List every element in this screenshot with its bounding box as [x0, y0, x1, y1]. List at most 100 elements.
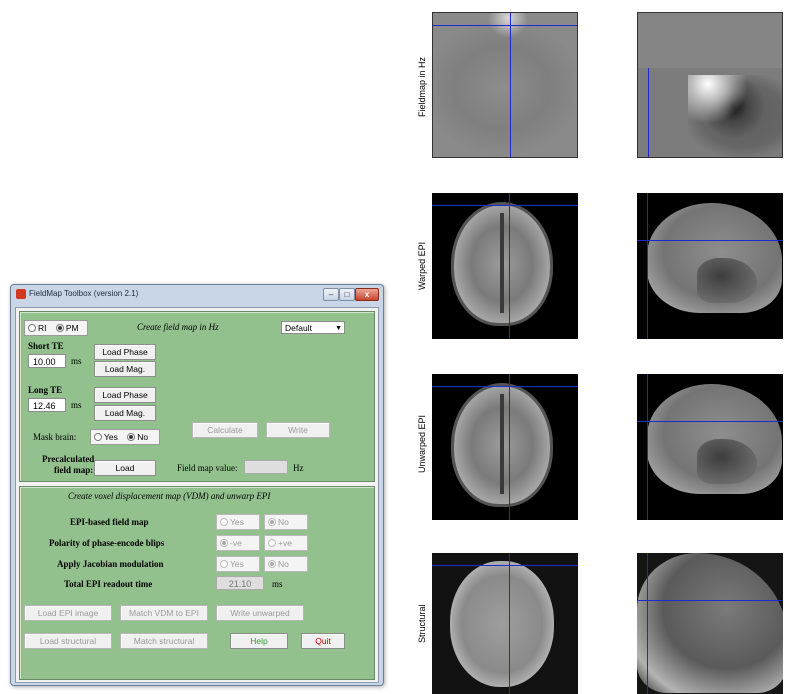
matlab-app-icon	[16, 289, 26, 299]
radio-indicator	[268, 560, 276, 568]
polarity-pos-label: +ve	[278, 538, 292, 548]
epi-based-no-radio[interactable]: No	[264, 514, 308, 530]
long-te-label: Long TE	[28, 385, 63, 395]
crosshair-vertical	[509, 374, 510, 520]
radio-indicator	[268, 539, 276, 547]
vdm-unwarp-panel: Create voxel displacement map (VDM) and …	[19, 486, 375, 680]
radio-ri-indicator	[28, 324, 36, 332]
field-map-value-label: Field map value:	[177, 463, 238, 473]
crosshair-vertical	[509, 193, 510, 339]
calculate-button[interactable]: Calculate	[192, 422, 258, 438]
row-label-unwarped-epi: Unwarped EPI	[417, 414, 427, 473]
match-structural-button[interactable]: Match structural	[120, 633, 208, 649]
fieldmap-sagittal-image[interactable]	[637, 12, 783, 158]
fieldmap-toolbox-window: FieldMap Toolbox (version 2.1) – □ x RI …	[10, 284, 384, 686]
jacobian-yes-radio[interactable]: Yes	[216, 556, 260, 572]
crosshair-vertical	[509, 553, 510, 694]
load-phase-button-2[interactable]: Load Phase	[94, 387, 156, 403]
crosshair-horizontal	[638, 60, 782, 61]
crosshair-vertical	[648, 13, 649, 157]
fieldmap-axial-image[interactable]	[432, 12, 578, 158]
write-unwarped-button[interactable]: Write unwarped	[216, 605, 304, 621]
write-button[interactable]: Write	[266, 422, 330, 438]
quit-button[interactable]: Quit	[301, 633, 345, 649]
polarity-label: Polarity of phase-encode blips	[49, 538, 165, 548]
short-te-unit: ms	[71, 356, 82, 366]
minimize-button[interactable]: –	[323, 288, 339, 301]
jacobian-no-label: No	[278, 559, 289, 569]
short-te-input[interactable]: 10.00	[28, 354, 66, 368]
crosshair-vertical	[510, 13, 511, 157]
mask-brain-radio-group: Yes No	[90, 429, 160, 445]
radio-yes-indicator	[94, 433, 102, 441]
load-mag-button-2[interactable]: Load Mag.	[94, 405, 156, 421]
brain-slice	[450, 561, 554, 687]
mode-radio-group: RI PM	[24, 320, 88, 336]
warped-epi-axial-image[interactable]	[432, 193, 578, 339]
crosshair-vertical	[647, 553, 648, 694]
readout-label: Total EPI readout time	[64, 579, 153, 589]
row-label-structural: Structural	[417, 604, 427, 643]
radio-no-indicator	[127, 433, 136, 441]
readout-input[interactable]: 21.10	[216, 576, 264, 590]
crosshair-horizontal	[432, 386, 578, 387]
mode-ri-radio[interactable]: RI	[25, 323, 47, 333]
help-button[interactable]: Help	[230, 633, 288, 649]
warped-epi-sagittal-image[interactable]	[637, 193, 783, 339]
crosshair-vertical	[647, 193, 648, 339]
mode-ri-label: RI	[38, 323, 47, 333]
long-te-input[interactable]: 12.46	[28, 398, 66, 412]
unwarped-epi-axial-image[interactable]	[432, 374, 578, 520]
radio-indicator	[268, 518, 276, 526]
mask-brain-yes-label: Yes	[104, 432, 118, 442]
radio-indicator	[220, 518, 228, 526]
mask-brain-no-label: No	[137, 432, 149, 442]
window-titlebar[interactable]: FieldMap Toolbox (version 2.1) – □ x	[11, 285, 383, 305]
precalculated-label: Precalculated	[42, 454, 95, 464]
mode-pm-label: PM	[65, 323, 79, 333]
close-icon: x	[364, 290, 370, 299]
field-map-value-unit: Hz	[293, 463, 304, 473]
radio-pm-indicator	[55, 324, 64, 332]
mask-brain-no-radio[interactable]: No	[124, 432, 148, 442]
polarity-neg-radio[interactable]: -ve	[216, 535, 260, 551]
preset-select-value: Default	[285, 323, 312, 333]
field-map-label: field map:	[54, 465, 94, 475]
maximize-icon: □	[344, 290, 350, 299]
crosshair-horizontal	[433, 25, 577, 26]
crosshair-horizontal	[432, 205, 578, 206]
unwarped-epi-sagittal-image[interactable]	[637, 374, 783, 520]
load-mag-button-1[interactable]: Load Mag.	[94, 361, 156, 377]
maximize-button[interactable]: □	[339, 288, 355, 301]
structural-axial-image[interactable]	[432, 553, 578, 694]
head-slice	[647, 203, 782, 313]
field-map-value-input[interactable]	[244, 460, 288, 474]
match-vdm-to-epi-button[interactable]: Match VDM to EPI	[120, 605, 208, 621]
mode-pm-radio[interactable]: PM	[53, 323, 79, 333]
polarity-pos-radio[interactable]: +ve	[264, 535, 308, 551]
load-epi-image-button[interactable]: Load EPI image	[24, 605, 112, 621]
window-client-area: RI PM Create field map in Hz Default ▼ S…	[15, 307, 379, 683]
brain-slice	[454, 205, 550, 323]
jacobian-yes-label: Yes	[230, 559, 244, 569]
create-field-map-heading: Create field map in Hz	[137, 322, 219, 332]
epi-based-no-label: No	[278, 517, 289, 527]
structural-sagittal-image[interactable]	[637, 553, 783, 694]
short-te-label: Short TE	[28, 341, 64, 351]
crosshair-vertical	[647, 374, 648, 520]
jacobian-label: Apply Jacobian modulation	[57, 559, 164, 569]
mask-brain-label: Mask brain:	[33, 432, 77, 442]
preset-select[interactable]: Default ▼	[281, 321, 345, 334]
jacobian-no-radio[interactable]: No	[264, 556, 308, 572]
epi-based-label: EPI-based field map	[70, 517, 149, 527]
head-slice	[647, 384, 782, 494]
load-phase-button-1[interactable]: Load Phase	[94, 344, 156, 360]
long-te-unit: ms	[71, 400, 82, 410]
epi-based-yes-radio[interactable]: Yes	[216, 514, 260, 530]
minimize-icon: –	[328, 290, 334, 299]
mask-brain-yes-radio[interactable]: Yes	[91, 432, 118, 442]
close-button[interactable]: x	[355, 288, 379, 301]
chevron-down-icon: ▼	[335, 325, 342, 332]
load-structural-button[interactable]: Load structural	[24, 633, 112, 649]
load-field-map-button[interactable]: Load	[94, 460, 156, 476]
